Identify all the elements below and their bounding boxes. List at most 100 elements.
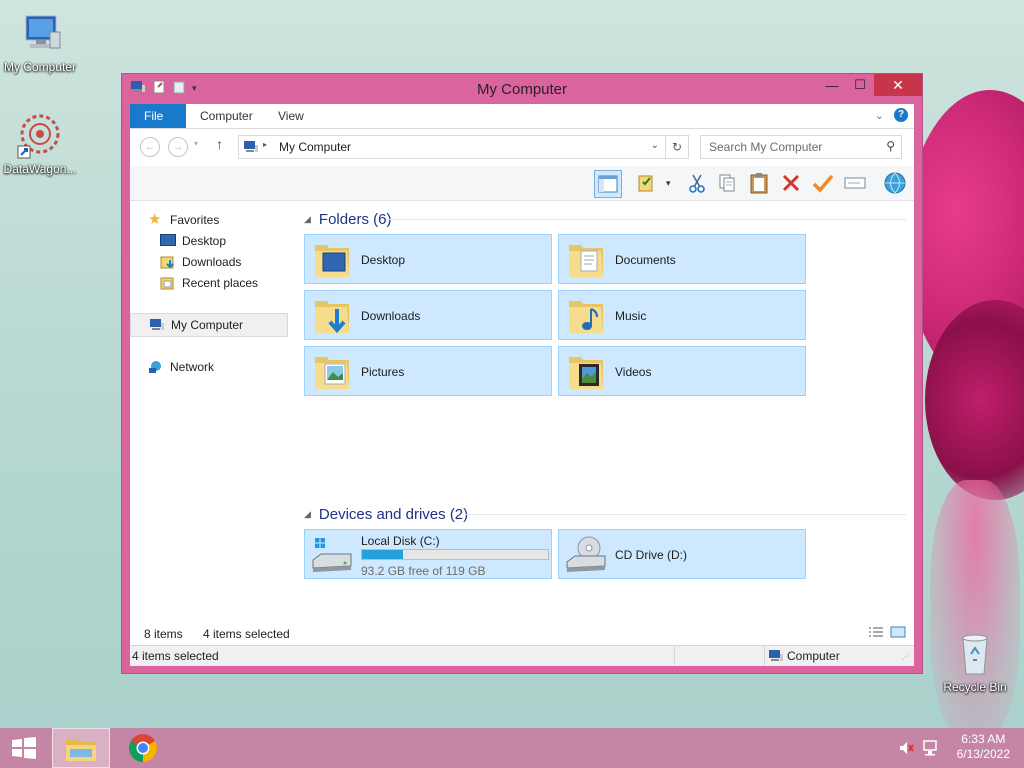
folder-tile-downloads[interactable]: Downloads <box>304 290 552 340</box>
close-button[interactable]: ✕ <box>874 74 922 96</box>
folder-tile-pictures[interactable]: Pictures <box>304 346 552 396</box>
item-count: 8 items <box>144 627 183 641</box>
tab-computer[interactable]: Computer <box>186 104 267 128</box>
group-header-folders[interactable]: ◢ Folders (6) <box>304 209 391 229</box>
recent-locations-chevron-icon[interactable]: ▾ <box>194 139 198 148</box>
help-icon[interactable]: ? <box>894 108 908 122</box>
downloads-folder-icon <box>160 255 176 269</box>
resize-grip-icon[interactable]: ⋰ <box>902 652 910 661</box>
drive-tile-cd-drive-d[interactable]: CD Drive (D:) <box>558 529 806 579</box>
address-bar-row: ← → ▾ ↑ ▸ My Computer ⌄ ↻ ⚲ <box>130 129 914 163</box>
group-divider <box>466 514 906 515</box>
taskbar-chrome[interactable] <box>118 728 168 768</box>
downloads-folder-icon <box>311 295 353 337</box>
group-header-devices[interactable]: ◢ Devices and drives (2) <box>304 504 468 524</box>
scissors-icon <box>689 174 705 193</box>
tab-view[interactable]: View <box>264 104 318 128</box>
content-pane: ◢ Folders (6) Desktop Documents Download… <box>296 201 914 612</box>
globe-icon <box>884 172 906 194</box>
show-hide-button[interactable] <box>842 170 868 196</box>
network-icon <box>148 360 164 374</box>
nav-item-network[interactable]: Network <box>148 356 306 378</box>
copy-icon <box>719 174 735 192</box>
forward-button[interactable]: → <box>168 137 188 157</box>
tab-file[interactable]: File <box>130 104 186 128</box>
expand-ribbon-chevron-icon[interactable]: ⌄ <box>875 109 884 122</box>
address-box[interactable]: ▸ My Computer ⌄ <box>238 135 666 159</box>
search-input[interactable] <box>707 139 881 155</box>
folder-tile-videos[interactable]: Videos <box>558 346 806 396</box>
desktop-icon-label: DataWagon... <box>3 162 77 176</box>
caption-buttons: — ☐ ✕ <box>818 74 922 96</box>
speaker-muted-icon[interactable] <box>898 740 914 759</box>
ribbon-right-controls: ⌄ ? <box>875 108 908 122</box>
internet-button[interactable] <box>882 170 908 196</box>
nav-item-favorites[interactable]: ★ Favorites <box>148 209 306 231</box>
taskbar: 6:33 AM 6/13/2022 <box>0 728 1024 768</box>
status-bar: 4 items selected Computer ⋰ <box>130 645 914 666</box>
nav-item-desktop[interactable]: Desktop <box>160 230 318 252</box>
clipboard-icon <box>750 173 768 194</box>
rename-button[interactable] <box>810 170 836 196</box>
properties-dropdown-chevron-icon[interactable]: ▾ <box>666 178 671 189</box>
folder-tile-music[interactable]: Music <box>558 290 806 340</box>
clock-date: 6/13/2022 <box>956 747 1010 761</box>
clock-time: 6:33 AM <box>961 732 1006 746</box>
window-client: File Computer View ⌄ ? ← → ▾ ↑ ▸ My Comp… <box>130 104 914 666</box>
paste-button[interactable] <box>746 170 772 196</box>
desktop-icon-recycle-bin[interactable]: Recycle Bin <box>935 630 1015 694</box>
folder-tile-desktop[interactable]: Desktop <box>304 234 552 284</box>
large-icons-view-icon[interactable] <box>890 626 906 641</box>
computer-icon <box>16 10 64 58</box>
address-dropdown-chevron-icon[interactable]: ⌄ <box>651 140 659 151</box>
address-computer-icon <box>243 140 259 157</box>
nav-item-label: Network <box>170 360 215 374</box>
desktop-icon-my-computer[interactable]: My Computer <box>0 10 80 74</box>
videos-folder-icon <box>565 351 607 393</box>
file-explorer-icon <box>66 739 96 761</box>
refresh-button[interactable]: ↻ <box>666 135 689 159</box>
nav-item-label: My Computer <box>171 318 244 332</box>
nav-item-downloads[interactable]: Downloads <box>160 251 318 273</box>
delete-x-icon <box>782 174 800 192</box>
status-selection-text: 4 items selected <box>132 649 219 663</box>
folder-tile-documents[interactable]: Documents <box>558 234 806 284</box>
taskbar-file-explorer[interactable] <box>52 728 110 768</box>
nav-item-label: Recent places <box>182 276 259 290</box>
breadcrumb-separator-icon[interactable]: ▸ <box>263 140 267 149</box>
copy-button[interactable] <box>714 170 740 196</box>
start-button[interactable] <box>0 728 48 768</box>
title-bar[interactable]: ▾ My Computer — ☐ ✕ <box>122 74 922 104</box>
group-header-label: Devices and drives (2) <box>318 505 469 523</box>
details-view-icon[interactable] <box>868 626 884 641</box>
details-status-strip: 8 items 4 items selected <box>130 622 914 644</box>
network-tray-icon[interactable] <box>922 740 938 759</box>
maximize-button[interactable]: ☐ <box>846 74 874 96</box>
properties-button[interactable] <box>634 170 660 196</box>
folder-name: Desktop <box>361 253 406 267</box>
minimize-button[interactable]: — <box>818 74 846 96</box>
datawagon-logo-icon <box>16 112 64 160</box>
clock[interactable]: 6:33 AM 6/13/2022 <box>957 732 1010 762</box>
navigation-pane: ★ Favorites Desktop Downloads Recent pla… <box>130 201 295 612</box>
nav-item-my-computer[interactable]: My Computer <box>130 313 288 337</box>
desktop-icon-datawagon[interactable]: DataWagon... <box>0 112 80 176</box>
search-icon[interactable]: ⚲ <box>886 139 895 153</box>
properties-checklist-icon <box>638 175 653 192</box>
nav-item-label: Favorites <box>170 213 220 227</box>
chrome-icon <box>129 734 157 762</box>
music-folder-icon <box>565 295 607 337</box>
drive-usage-fill <box>362 550 403 559</box>
status-divider <box>764 646 765 666</box>
folder-name: Videos <box>615 365 652 379</box>
up-arrow-icon[interactable]: ↑ <box>216 136 223 152</box>
preview-pane-icon <box>598 175 618 193</box>
delete-button[interactable] <box>778 170 804 196</box>
collapse-triangle-icon: ◢ <box>304 213 311 224</box>
nav-item-recent-places[interactable]: Recent places <box>160 272 318 294</box>
back-button[interactable]: ← <box>140 137 160 157</box>
preview-pane-button[interactable] <box>594 170 622 198</box>
cut-button[interactable] <box>684 170 710 196</box>
zone-computer-icon <box>768 649 784 666</box>
drive-tile-local-disk-c[interactable]: Local Disk (C:) 93.2 GB free of 119 GB <box>304 529 552 579</box>
